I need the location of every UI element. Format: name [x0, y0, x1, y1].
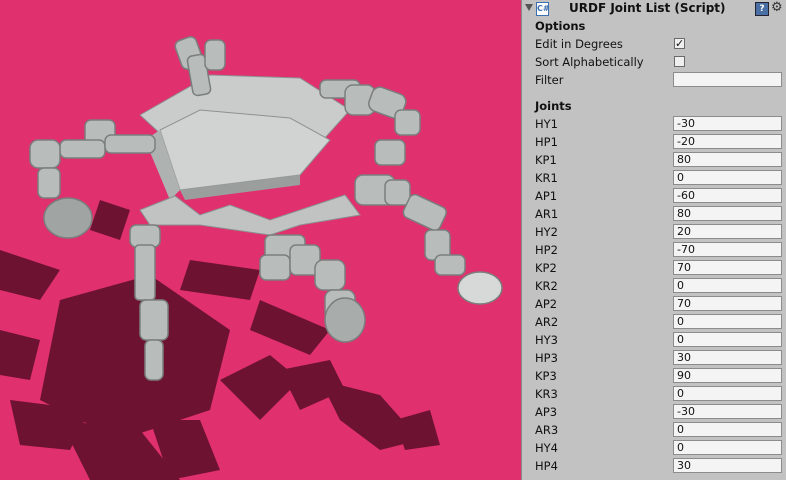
joint-row: HP2: [522, 241, 786, 259]
joint-row: AR1: [522, 205, 786, 223]
joint-row: AR2: [522, 313, 786, 331]
joint-value-input[interactable]: [673, 278, 782, 293]
sort-alphabetically-label: Sort Alphabetically: [535, 55, 644, 69]
joint-name-label: KP1: [535, 153, 557, 167]
filter-input[interactable]: [673, 72, 782, 87]
joint-row: AP2: [522, 295, 786, 313]
joint-value-input[interactable]: [673, 368, 782, 383]
scene-viewport[interactable]: [0, 0, 521, 480]
joint-value-input[interactable]: [673, 116, 782, 131]
joint-value-input[interactable]: [673, 314, 782, 329]
joint-name-label: HY1: [535, 117, 558, 131]
filter-label: Filter: [535, 73, 564, 87]
joint-row: HY1: [522, 115, 786, 133]
joint-name-label: HY4: [535, 441, 558, 455]
joint-value-input[interactable]: [673, 458, 782, 473]
foldout-arrow-icon[interactable]: [525, 4, 533, 11]
component-header[interactable]: C# URDF Joint List (Script) ? ⚙: [522, 0, 786, 18]
joint-name-label: KR3: [535, 387, 558, 401]
joint-row: KR2: [522, 277, 786, 295]
robot-render: [0, 36, 503, 480]
joint-name-label: KP2: [535, 261, 557, 275]
robot-shadow: [0, 200, 440, 480]
joint-name-label: HY2: [535, 225, 558, 239]
joint-value-input[interactable]: [673, 224, 782, 239]
joint-name-label: KP3: [535, 369, 557, 383]
joint-name-label: AR1: [535, 207, 559, 221]
joint-name-label: HP3: [535, 351, 558, 365]
joint-value-input[interactable]: [673, 188, 782, 203]
joint-name-label: AR3: [535, 423, 559, 437]
joint-name-label: AP1: [535, 189, 558, 203]
joint-name-label: AP2: [535, 297, 558, 311]
joint-name-label: AP3: [535, 405, 558, 419]
joint-value-input[interactable]: [673, 134, 782, 149]
gear-icon[interactable]: ⚙: [771, 0, 783, 15]
script-icon: C#: [536, 2, 550, 16]
joint-value-input[interactable]: [673, 242, 782, 257]
joint-name-label: KR1: [535, 171, 558, 185]
edit-in-degrees-checkbox[interactable]: ✓: [674, 38, 685, 49]
inspector-panel: C# URDF Joint List (Script) ? ⚙ Options …: [521, 0, 786, 480]
joint-row: AP3: [522, 403, 786, 421]
joint-value-input[interactable]: [673, 404, 782, 419]
options-heading: Options: [535, 19, 586, 33]
joint-row: KR3: [522, 385, 786, 403]
joint-row: HY2: [522, 223, 786, 241]
sort-alphabetically-checkbox[interactable]: [674, 56, 685, 67]
joint-row: HP4: [522, 457, 786, 475]
joint-row: HY3: [522, 331, 786, 349]
joint-value-input[interactable]: [673, 386, 782, 401]
edit-in-degrees-label: Edit in Degrees: [535, 37, 623, 51]
joint-value-input[interactable]: [673, 440, 782, 455]
joint-row: HP1: [522, 133, 786, 151]
joint-value-input[interactable]: [673, 260, 782, 275]
joint-name-label: HP2: [535, 243, 558, 257]
joint-value-input[interactable]: [673, 152, 782, 167]
joint-value-input[interactable]: [673, 350, 782, 365]
joint-value-input[interactable]: [673, 332, 782, 347]
joint-value-input[interactable]: [673, 170, 782, 185]
joint-row: KP3: [522, 367, 786, 385]
joint-row: HY4: [522, 439, 786, 457]
robot-body: [139, 74, 361, 236]
joint-name-label: HP1: [535, 135, 558, 149]
joint-row: AR3: [522, 421, 786, 439]
joint-value-input[interactable]: [673, 296, 782, 311]
joint-value-input[interactable]: [673, 422, 782, 437]
joint-row: HP3: [522, 349, 786, 367]
joint-row: KP1: [522, 151, 786, 169]
joint-value-input[interactable]: [673, 206, 782, 221]
joint-name-label: KR2: [535, 279, 558, 293]
component-title: URDF Joint List (Script): [569, 1, 726, 15]
joint-name-label: HP4: [535, 459, 558, 473]
joints-heading: Joints: [535, 99, 572, 113]
joint-row: AP1: [522, 187, 786, 205]
joint-row: KP2: [522, 259, 786, 277]
help-icon[interactable]: ?: [755, 2, 769, 16]
joint-name-label: HY3: [535, 333, 558, 347]
joint-name-label: AR2: [535, 315, 559, 329]
joint-row: KR1: [522, 169, 786, 187]
